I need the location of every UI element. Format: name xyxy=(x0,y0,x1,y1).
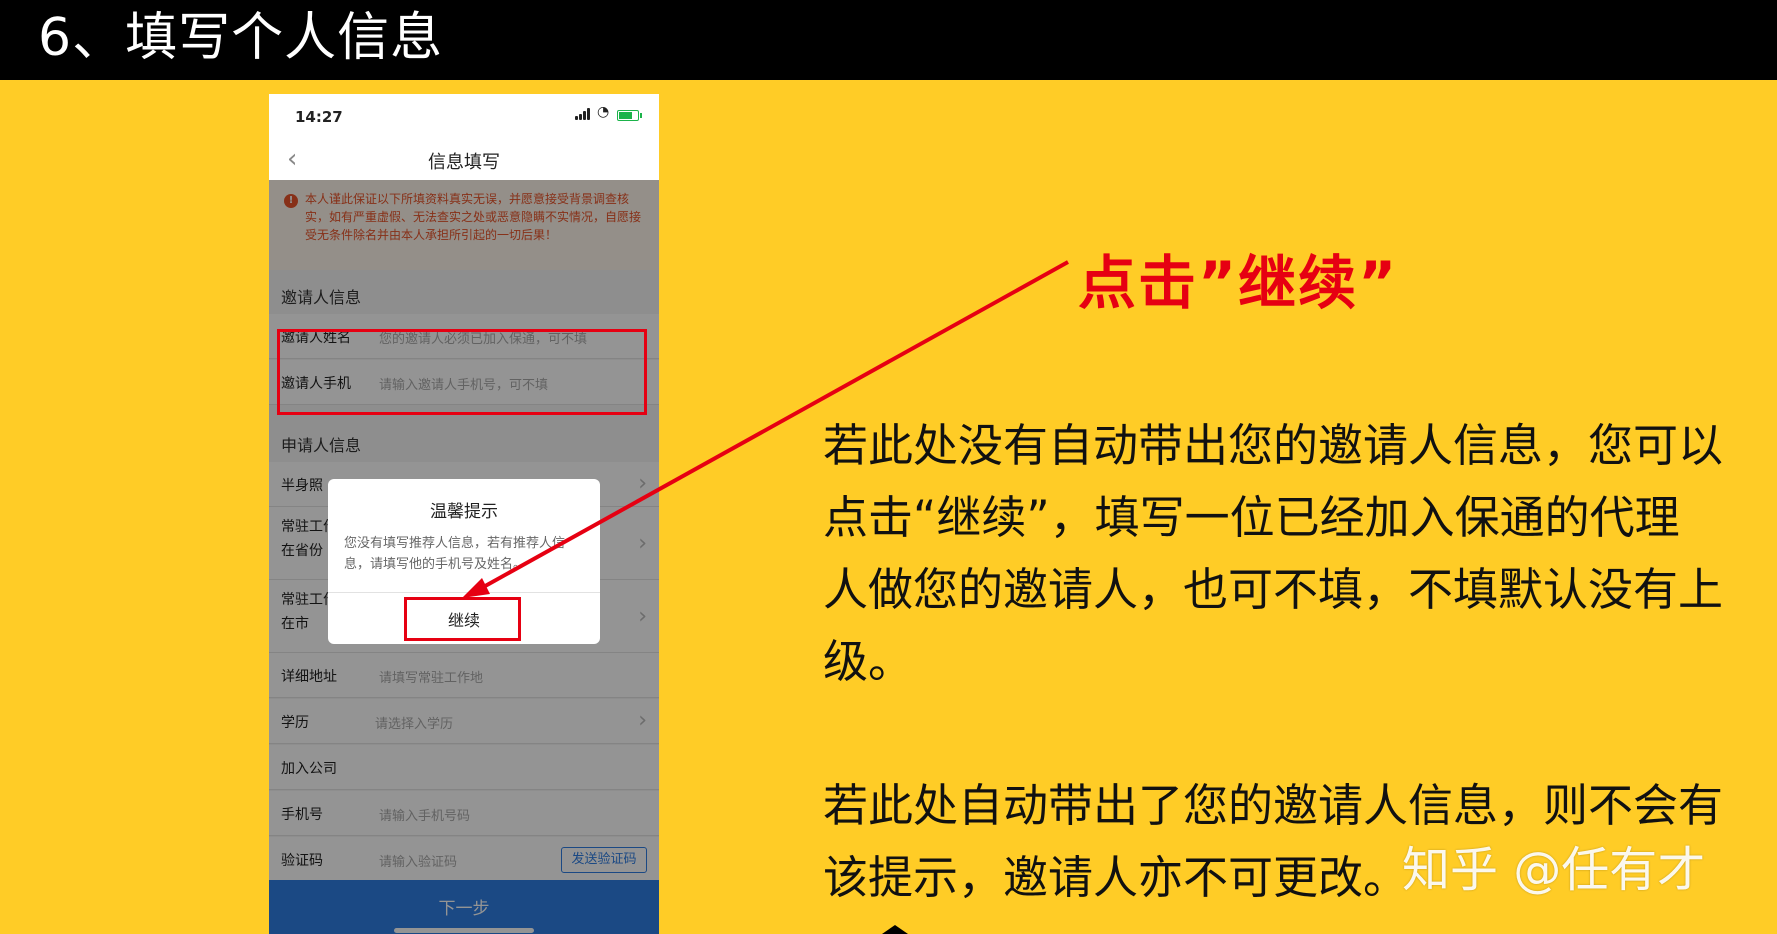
paragraph-1: 若此处没有自动带出您的邀请人信息，您可以点击“继续”，填写一位已经加入保通的代理… xyxy=(823,419,1724,688)
arrow-head xyxy=(462,578,490,598)
slide-nav-marker xyxy=(882,925,908,934)
watermark: 知乎 @任有才 xyxy=(1402,842,1706,898)
callout-text: 点击”继续” xyxy=(1078,249,1399,317)
